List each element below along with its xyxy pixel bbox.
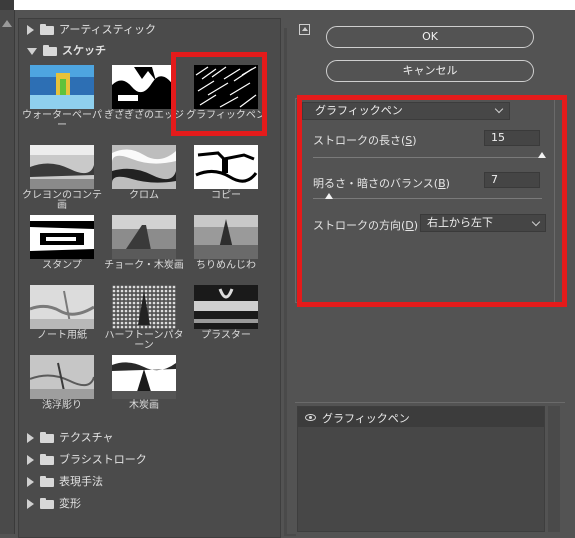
left-scrollbar[interactable] xyxy=(0,10,15,534)
category-label: アーティスティック xyxy=(59,23,157,36)
thumbnail-image xyxy=(30,145,94,189)
thumbnail-label: クロム xyxy=(129,190,159,201)
thumbnail-label: 浅浮彫り xyxy=(42,400,82,411)
category-stylize[interactable]: 表現手法 xyxy=(27,473,103,491)
thumbnail-label: ちりめんじわ xyxy=(196,260,256,271)
thumbnail-stamp[interactable]: スタンプ xyxy=(21,215,103,275)
divider xyxy=(295,402,565,403)
thumbnail-image xyxy=(194,215,258,259)
folder-icon xyxy=(43,44,57,56)
thumbnail-image xyxy=(112,215,176,259)
collapse-triangle-icon[interactable] xyxy=(27,47,37,55)
collapse-gallery-icon[interactable] xyxy=(299,24,310,35)
thumbnail-charcoal[interactable]: 木炭画 xyxy=(103,355,185,415)
thumbnail-label: ノート用紙 xyxy=(37,330,87,341)
thumbnail-plaster[interactable]: プラスター xyxy=(185,285,267,345)
thumbnail-image xyxy=(30,65,94,109)
folder-icon xyxy=(40,497,54,509)
thumbnail-label: ウォーターペーパー xyxy=(22,110,102,131)
expand-triangle-icon[interactable] xyxy=(27,477,34,487)
category-artistic[interactable]: アーティスティック xyxy=(27,21,156,39)
layers-scrollbar[interactable] xyxy=(548,406,560,532)
expand-triangle-icon[interactable] xyxy=(27,433,34,443)
thumbnail-image xyxy=(112,355,176,399)
thumbnail-image xyxy=(30,285,94,329)
thumbnail-conte-crayon[interactable]: クレヨンのコンテ画 xyxy=(21,145,103,211)
thumbnail-chrome[interactable]: クロム xyxy=(103,145,185,205)
cancel-button[interactable]: キャンセル xyxy=(326,60,534,82)
thumbnail-label: プラスター xyxy=(201,330,251,341)
category-label: テクスチャ xyxy=(59,431,114,444)
thumbnail-image xyxy=(194,145,258,189)
category-label: ブラシストローク xyxy=(59,453,147,466)
thumbnail-reticulation[interactable]: ちりめんじわ xyxy=(185,215,267,275)
thumbnail-label: 木炭画 xyxy=(129,400,159,411)
thumbnail-label: チョーク・木炭画 xyxy=(104,260,184,271)
ok-button[interactable]: OK xyxy=(326,26,534,48)
thumbnail-image xyxy=(194,285,258,329)
effect-layers-list: グラフィックペン xyxy=(297,406,545,532)
effect-layer-row[interactable]: グラフィックペン xyxy=(298,407,544,427)
eye-icon[interactable] xyxy=(305,414,316,421)
thumbnail-chalk-charcoal[interactable]: チョーク・木炭画 xyxy=(103,215,185,275)
folder-icon xyxy=(40,475,54,487)
category-label: 変形 xyxy=(59,497,81,510)
thumbnail-photocopy[interactable]: コピー xyxy=(185,145,267,205)
selected-filter-highlight xyxy=(171,52,267,136)
category-brush-strokes[interactable]: ブラシストローク xyxy=(27,451,147,469)
expand-triangle-icon[interactable] xyxy=(27,499,34,509)
category-label: スケッチ xyxy=(62,44,106,57)
category-texture[interactable]: テクスチャ xyxy=(27,429,114,447)
thumbnail-label: クレヨンのコンテ画 xyxy=(22,190,102,211)
thumbnail-water-paper[interactable]: ウォーターペーパー xyxy=(21,65,103,131)
category-distort[interactable]: 変形 xyxy=(27,495,81,513)
thumbnail-label: ハーフトーンパターン xyxy=(104,330,184,351)
category-sketch[interactable]: スケッチ xyxy=(27,42,106,60)
thumbnail-halftone[interactable]: ハーフトーンパターン xyxy=(103,285,185,351)
scroll-up-arrow-icon[interactable] xyxy=(2,20,12,27)
thumbnail-label: コピー xyxy=(211,190,241,201)
category-label: 表現手法 xyxy=(59,475,103,488)
expand-triangle-icon[interactable] xyxy=(27,25,34,35)
settings-highlight xyxy=(297,95,567,307)
thumbnail-image xyxy=(30,215,94,259)
thumbnail-note-paper[interactable]: ノート用紙 xyxy=(21,285,103,345)
folder-icon xyxy=(40,453,54,465)
folder-icon xyxy=(40,23,54,35)
window-top-strip xyxy=(0,0,575,10)
thumbnail-image xyxy=(112,65,176,109)
thumbnail-image xyxy=(112,145,176,189)
thumbnail-image xyxy=(30,355,94,399)
thumbnail-bas-relief[interactable]: 浅浮彫り xyxy=(21,355,103,415)
thumbnail-image xyxy=(112,285,176,329)
expand-triangle-icon[interactable] xyxy=(27,455,34,465)
thumbnail-label: スタンプ xyxy=(42,260,82,271)
folder-icon xyxy=(40,431,54,443)
effect-layer-name: グラフィックペン xyxy=(322,412,410,425)
